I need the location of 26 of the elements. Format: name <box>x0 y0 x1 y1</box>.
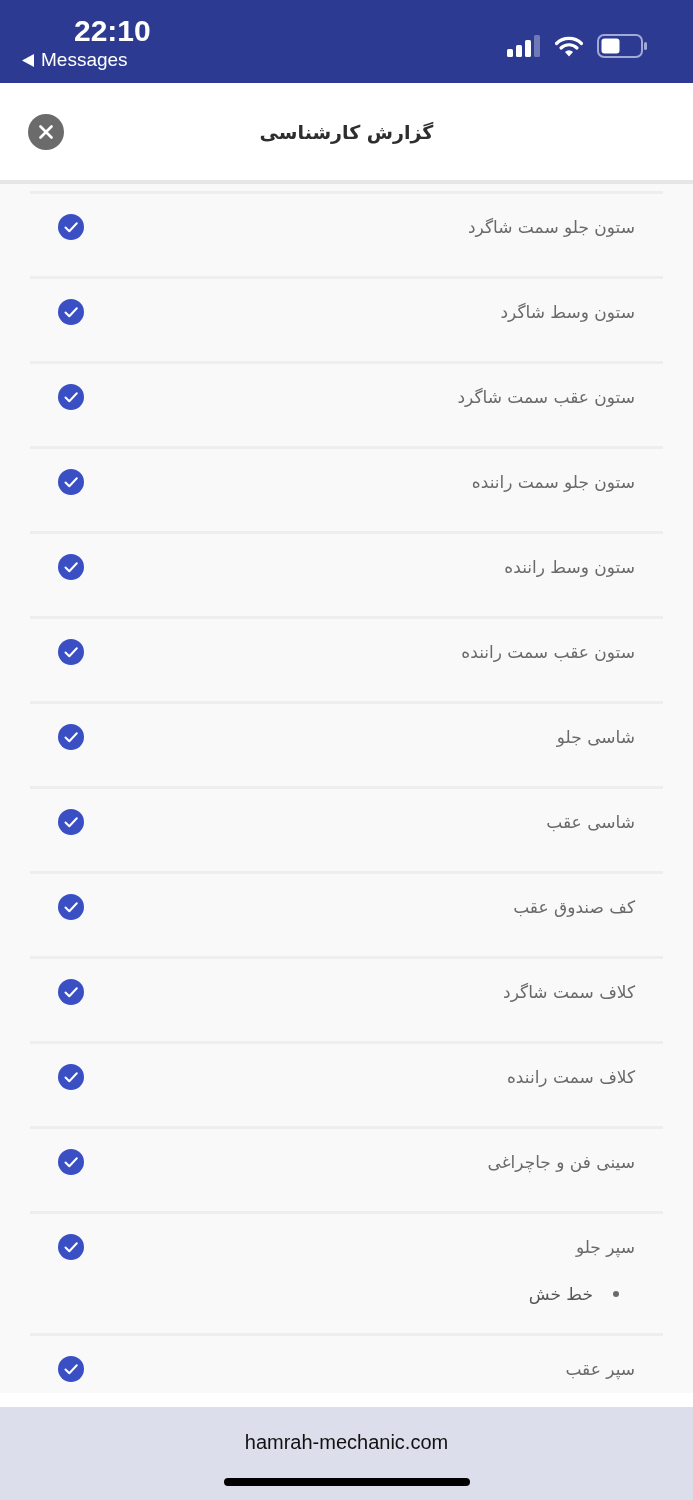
inspection-item-label: شاسی جلو <box>556 726 635 749</box>
inspection-item-label: کلاف سمت راننده <box>506 1066 635 1089</box>
inspection-item-label: ستون جلو سمت راننده <box>471 471 635 494</box>
inspection-item-label: ستون جلو سمت شاگرد <box>468 216 635 239</box>
inspection-item-label: کلاف سمت شاگرد <box>503 981 635 1004</box>
defect-note: خط خش <box>528 1283 593 1306</box>
battery-icon <box>597 34 647 58</box>
close-button[interactable] <box>28 113 64 150</box>
close-icon <box>39 124 53 139</box>
wifi-icon <box>555 35 583 57</box>
inspection-item-label: شاسی عقب <box>546 811 635 834</box>
inspection-item-label: سپر جلو <box>575 1236 635 1260</box>
inspection-item-label: ستون وسط راننده <box>504 556 635 579</box>
inspection-item-label: سپر عقب <box>565 1358 635 1382</box>
left-triangle-icon <box>22 53 34 67</box>
site-url: hamrah-mechanic.com <box>244 1430 449 1454</box>
inspection-item-label: ستون عقب سمت شاگرد <box>457 386 635 409</box>
back-to-messages-link[interactable]: Messages <box>22 49 128 71</box>
status-time: 22:10 <box>74 13 151 49</box>
inspection-item-label: سینی فن و جاچراغی <box>487 1151 635 1175</box>
bullet-icon <box>613 1291 619 1297</box>
inspection-item-label: کف صندوق عقب <box>513 896 635 919</box>
inspection-item-label: ستون عقب سمت راننده <box>461 641 635 664</box>
inspection-item-label: ستون وسط شاگرد <box>500 301 635 324</box>
signal-icon <box>507 35 541 57</box>
page-title: گزارش کارشناسی <box>259 119 434 146</box>
